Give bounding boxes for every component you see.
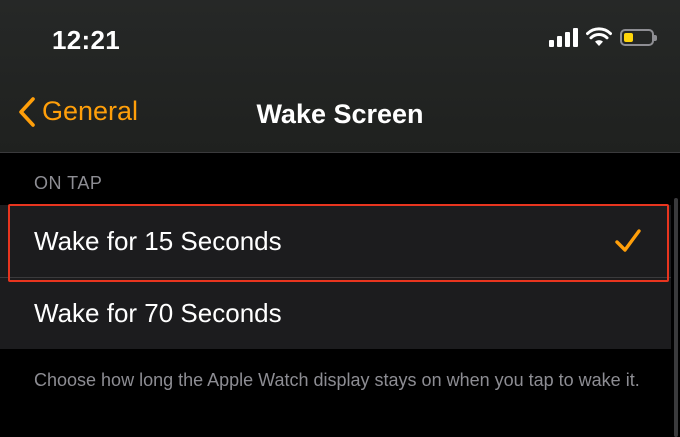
scrollbar[interactable] (674, 198, 678, 437)
battery-level (624, 32, 633, 42)
status-icons (549, 27, 657, 47)
option-wake-70-seconds[interactable]: Wake for 70 Seconds (0, 277, 671, 349)
options-group: Wake for 15 Seconds Wake for 70 Seconds (0, 205, 671, 349)
navigation-header: 12:21 General Wake Screen (0, 0, 680, 153)
wifi-icon (586, 27, 612, 46)
battery-icon (620, 28, 657, 46)
section-header: ON TAP (34, 173, 103, 193)
option-label: Wake for 15 Seconds (34, 225, 282, 256)
status-time: 12:21 (52, 25, 120, 55)
checkmark-icon (615, 229, 641, 252)
option-label: Wake for 70 Seconds (34, 298, 282, 328)
section-footer: Choose how long the Apple Watch display … (34, 370, 640, 390)
option-wake-15-seconds[interactable]: Wake for 15 Seconds (0, 205, 671, 277)
page-title: Wake Screen (256, 99, 424, 129)
signal-icon (549, 27, 578, 47)
